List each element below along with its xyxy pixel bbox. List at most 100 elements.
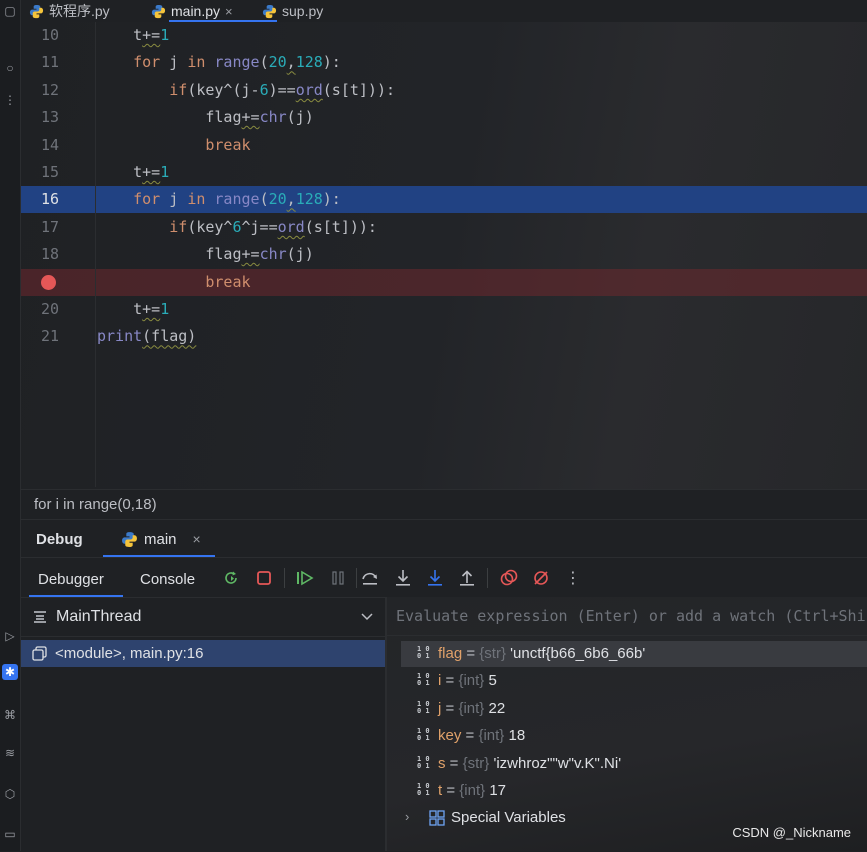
code-text: t+=1 bbox=[97, 296, 169, 323]
variable-row-s[interactable]: 1 00 1 s = {str} 'izwhroz""w"v.K".Ni' bbox=[401, 751, 867, 777]
stop-icon[interactable] bbox=[253, 568, 275, 588]
line-number[interactable]: 10 bbox=[21, 22, 59, 49]
debug-icon[interactable]: ✱ bbox=[2, 664, 18, 680]
python-file-icon bbox=[262, 4, 277, 18]
code-token: , bbox=[286, 53, 296, 72]
python-file-icon bbox=[29, 4, 44, 18]
code-token: flag bbox=[205, 245, 242, 264]
line-number[interactable]: 14 bbox=[21, 132, 59, 159]
code-line[interactable]: 10 t+=1 bbox=[21, 22, 867, 49]
line-number[interactable]: 16 bbox=[21, 186, 59, 213]
rerun-icon[interactable] bbox=[220, 568, 242, 588]
project-icon[interactable]: ▢ bbox=[2, 3, 18, 19]
code-line[interactable]: 14 break bbox=[21, 132, 867, 159]
gutter-separator bbox=[95, 22, 96, 487]
code-token: for bbox=[133, 53, 161, 72]
code-line[interactable]: 20 t+=1 bbox=[21, 296, 867, 323]
line-number[interactable]: 15 bbox=[21, 159, 59, 186]
services-icon[interactable]: ⬡ bbox=[2, 786, 18, 802]
line-number[interactable]: 17 bbox=[21, 214, 59, 241]
line-number[interactable]: 18 bbox=[21, 241, 59, 268]
close-run-tab-icon[interactable]: × bbox=[193, 531, 201, 547]
code-editor[interactable]: 10 t+=1 11 for j in range(20,128): 12 if(k… bbox=[21, 22, 867, 489]
pause-icon[interactable] bbox=[327, 568, 349, 588]
code-line[interactable]: 11 for j in range(20,128): bbox=[21, 49, 867, 76]
stack-frame-row[interactable]: <module>, main.py:16 bbox=[21, 640, 385, 667]
code-token: j bbox=[160, 190, 188, 209]
step-into-my-code-icon[interactable] bbox=[424, 568, 446, 588]
tab-main-py[interactable]: main.py × bbox=[151, 0, 233, 22]
python-packages-icon[interactable]: ⌘ bbox=[2, 707, 18, 723]
code-line[interactable]: 18 flag+=chr(j) bbox=[21, 241, 867, 268]
variable-value: 17 bbox=[489, 782, 507, 799]
step-into-icon[interactable] bbox=[392, 568, 414, 588]
line-number[interactable]: 13 bbox=[21, 104, 59, 131]
equals-sign: = bbox=[441, 672, 459, 690]
variable-row-key[interactable]: 1 00 1 key = {int} 18 bbox=[401, 723, 867, 749]
code-token: += bbox=[241, 108, 260, 127]
equals-sign: = bbox=[462, 645, 480, 662]
equals-sign: = bbox=[461, 727, 479, 745]
resume-icon[interactable] bbox=[294, 568, 316, 588]
variable-name: key bbox=[438, 727, 462, 745]
tab-sup-py[interactable]: sup.py bbox=[262, 0, 323, 22]
line-number[interactable]: 11 bbox=[21, 49, 59, 76]
code-token: if bbox=[169, 217, 188, 236]
evaluate-expression-input[interactable]: Evaluate expression (Enter) or add a wat… bbox=[387, 597, 867, 636]
variable-row-flag[interactable]: 1 00 1 flag = {str} 'unctf{b66_6b6_66b' bbox=[401, 641, 867, 667]
variable-type: {str} bbox=[479, 645, 506, 662]
run-config-tab-main[interactable]: main × bbox=[121, 520, 201, 558]
more-icon[interactable]: ⋮ bbox=[562, 568, 584, 588]
chevron-down-icon[interactable] bbox=[361, 612, 373, 622]
line-number[interactable]: 12 bbox=[21, 77, 59, 104]
code-token: 20 bbox=[268, 190, 287, 209]
mute-breakpoints-icon[interactable] bbox=[530, 568, 552, 588]
close-tab-icon[interactable]: × bbox=[225, 4, 233, 19]
code-line[interactable]: 15 t+=1 bbox=[21, 159, 867, 186]
thread-icon bbox=[34, 611, 46, 623]
frames-panel: MainThread <module>, main.py:16 bbox=[21, 597, 385, 852]
breadcrumb-text[interactable]: for i in range(0,18) bbox=[34, 496, 157, 513]
tab-debugger[interactable]: Debugger bbox=[38, 571, 104, 588]
code-line[interactable]: 12 if(key^(j-6)==ord(s[t])): bbox=[21, 77, 867, 104]
chevron-right-icon[interactable]: › bbox=[405, 809, 409, 824]
step-out-icon[interactable] bbox=[456, 568, 478, 588]
commit-icon[interactable]: ○ bbox=[2, 60, 18, 76]
view-breakpoints-icon[interactable] bbox=[498, 568, 520, 588]
code-token: (s[t])): bbox=[304, 217, 377, 236]
tab-soft-program[interactable]: 软程序.py bbox=[29, 0, 110, 22]
step-over-icon[interactable] bbox=[359, 568, 381, 588]
code-line[interactable]: 21 print(flag) bbox=[21, 323, 867, 350]
line-number[interactable]: 20 bbox=[21, 296, 59, 323]
code-line[interactable]: 17 if(key^6^j==ord(s[t])): bbox=[21, 214, 867, 241]
code-text: break bbox=[97, 269, 250, 296]
code-token: 20 bbox=[268, 53, 287, 72]
watermark: CSDN @_Nickname bbox=[732, 825, 851, 840]
code-token: ord bbox=[295, 80, 323, 99]
tab-console[interactable]: Console bbox=[140, 571, 195, 588]
code-line[interactable]: break bbox=[21, 268, 867, 296]
variable-row-i[interactable]: 1 00 1 i = {int} 5 bbox=[401, 668, 867, 694]
line-number[interactable]: 21 bbox=[21, 323, 59, 350]
terminal-icon[interactable]: ▭ bbox=[2, 826, 18, 842]
thread-selector[interactable]: MainThread bbox=[21, 598, 385, 637]
code-token: )== bbox=[268, 80, 296, 99]
variable-type: {int} bbox=[478, 727, 505, 745]
more-tools-icon[interactable]: ⋮ bbox=[2, 92, 18, 108]
code-line[interactable]: 16 for j in range(20,128): bbox=[21, 186, 867, 214]
breadcrumb[interactable]: for i in range(0,18) bbox=[21, 489, 867, 520]
debug-tool-window-header: Debug main × bbox=[21, 519, 867, 558]
variable-text: s = {str} 'izwhroz""w"v.K".Ni' bbox=[438, 751, 621, 777]
variable-row-j[interactable]: 1 00 1 j = {int} 22 bbox=[401, 696, 867, 722]
layers-icon[interactable]: ≋ bbox=[2, 745, 18, 761]
variable-row-t[interactable]: 1 00 1 t = {int} 17 bbox=[401, 778, 867, 804]
code-token: 128 bbox=[295, 53, 323, 72]
run-icon[interactable]: ▷ bbox=[2, 628, 18, 644]
code-token: for bbox=[133, 190, 161, 209]
breakpoint-icon[interactable] bbox=[41, 274, 56, 290]
code-line[interactable]: 13 flag+=chr(j) bbox=[21, 104, 867, 131]
